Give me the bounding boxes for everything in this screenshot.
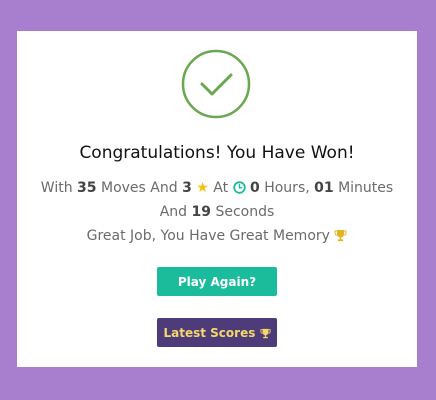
game-stats: With 35 Moves And 3 ★ At 0 Hours, 01 Min… [37, 176, 397, 248]
hours-label: Hours, [264, 180, 310, 196]
win-modal: Congratulations! You Have Won! With 35 M… [17, 31, 417, 367]
minutes-label: Minutes [338, 180, 394, 196]
trophy-icon [334, 230, 347, 242]
at-label: At [213, 180, 229, 196]
hours-count: 0 [250, 180, 260, 196]
latest-scores-button[interactable]: Latest Scores [157, 318, 277, 347]
star-icon: ★ [196, 180, 209, 196]
praise-message: Great Job, You Have Great Memory [86, 228, 330, 244]
moves-label: Moves And [100, 180, 178, 196]
seconds-label: Seconds [215, 204, 275, 220]
play-again-button[interactable]: Play Again? [157, 267, 277, 296]
stars-count: 3 [182, 180, 192, 196]
moves-count: 35 [77, 180, 97, 196]
stats-prefix: With [40, 180, 73, 196]
clock-icon [232, 181, 246, 194]
seconds-count: 19 [191, 204, 211, 220]
win-title: Congratulations! You Have Won! [79, 143, 355, 163]
trophy-icon [259, 328, 271, 338]
latest-scores-label: Latest Scores [163, 325, 256, 340]
and-label: And [159, 204, 188, 220]
check-circle-icon [181, 49, 251, 119]
minutes-count: 01 [314, 180, 334, 196]
